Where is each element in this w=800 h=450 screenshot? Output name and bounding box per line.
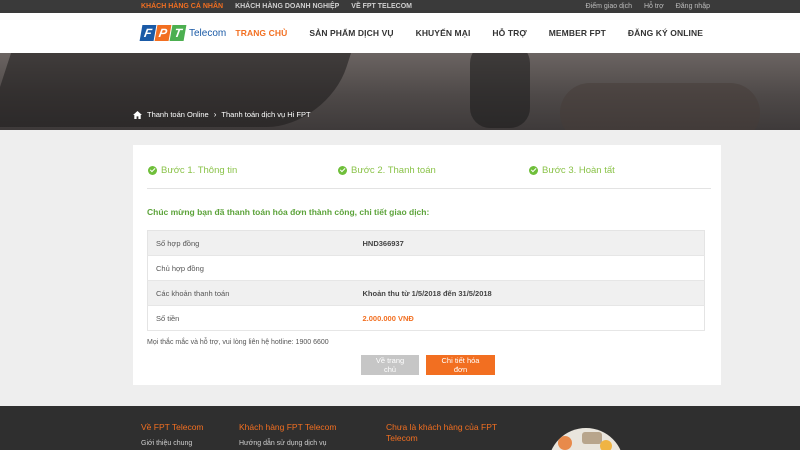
check-circle-icon bbox=[148, 166, 157, 175]
step-3: Bước 3. Hoàn tất bbox=[529, 165, 615, 176]
step-1: Bước 1. Thông tin bbox=[148, 165, 237, 176]
topbar-link-about[interactable]: VỀ FPT TELECOM bbox=[351, 3, 412, 10]
topbar-link-support[interactable]: Hỗ trợ bbox=[644, 3, 664, 10]
banner-decor-bottle bbox=[470, 53, 530, 128]
topbar-link-personal[interactable]: KHÁCH HÀNG CÁ NHÂN bbox=[141, 3, 223, 10]
detail-label: Các khoản thanh toán bbox=[147, 280, 355, 306]
footer-link-intro[interactable]: Giới thiệu chung bbox=[141, 440, 204, 447]
logo-letter-t: T bbox=[169, 25, 187, 41]
step-1-label: Bước 1. Thông tin bbox=[161, 165, 238, 176]
nav-item-member[interactable]: MEMBER FPT bbox=[549, 28, 606, 38]
step-2-label: Bước 2. Thanh toán bbox=[351, 165, 436, 176]
footer-col-title: Về FPT Telecom bbox=[141, 422, 204, 432]
nav-item-products[interactable]: SẢN PHẨM DỊCH VỤ bbox=[309, 28, 393, 38]
top-bar-left: KHÁCH HÀNG CÁ NHÂN KHÁCH HÀNG DOANH NGHI… bbox=[141, 0, 412, 13]
breadcrumb: Thanh toán Online › Thanh toán dịch vụ H… bbox=[133, 110, 311, 119]
invoice-details-button[interactable]: Chi tiết hóa đơn bbox=[426, 355, 495, 375]
logo-blocks: F P T bbox=[139, 25, 187, 41]
illustration-shape bbox=[600, 440, 612, 450]
table-row: Các khoản thanh toán Khoản thu từ 1/5/20… bbox=[147, 280, 705, 306]
footer-col-customers: Khách hàng FPT Telecom Hướng dẫn sử dụng… bbox=[239, 422, 337, 447]
detail-value-items: Khoản thu từ 1/5/2018 đến 31/5/2018 bbox=[354, 280, 705, 306]
main-header: F P T Telecom TRANG CHỦ SẢN PHẨM DỊCH VỤ… bbox=[0, 13, 800, 53]
illustration-shape bbox=[582, 432, 602, 444]
detail-value-owner bbox=[354, 255, 705, 281]
detail-value-contract: HND366937 bbox=[354, 230, 705, 256]
footer-illustration bbox=[548, 428, 624, 450]
hero-banner: Thanh toán Online › Thanh toán dịch vụ H… bbox=[0, 53, 800, 130]
payment-result-card: Bước 1. Thông tin Bước 2. Thanh toán Bướ… bbox=[133, 145, 721, 385]
chevron-right-icon: › bbox=[213, 110, 217, 119]
nav-item-home[interactable]: TRANG CHỦ bbox=[235, 28, 287, 38]
topbar-link-business[interactable]: KHÁCH HÀNG DOANH NGHIỆP bbox=[235, 3, 339, 10]
detail-label: Chủ hợp đồng bbox=[147, 255, 355, 281]
hotline-note: Mọi thắc mắc và hỗ trợ, vui lòng liên hệ… bbox=[147, 339, 329, 346]
top-bar-right: Điểm giao dịch Hỗ trợ Đăng nhập bbox=[586, 0, 710, 13]
nav-item-promotions[interactable]: KHUYẾN MẠI bbox=[416, 28, 471, 38]
check-circle-icon bbox=[529, 166, 538, 175]
nav-item-register[interactable]: ĐĂNG KÝ ONLINE bbox=[628, 28, 703, 38]
table-row: Số tiền 2.000.000 VNĐ bbox=[147, 305, 705, 331]
table-row: Chủ hợp đồng bbox=[147, 255, 705, 281]
banner-decor-glasses bbox=[560, 83, 760, 130]
success-message: Chúc mừng bạn đã thanh toán hóa đơn thàn… bbox=[147, 207, 430, 217]
detail-label: Số hợp đồng bbox=[147, 230, 355, 256]
footer-col-about: Về FPT Telecom Giới thiệu chung bbox=[141, 422, 204, 447]
breadcrumb-item-current: Thanh toán dịch vụ Hi FPT bbox=[221, 110, 311, 119]
transaction-details-table: Số hợp đồng HND366937 Chủ hợp đồng Các k… bbox=[147, 230, 705, 331]
step-indicator: Bước 1. Thông tin Bước 2. Thanh toán Bướ… bbox=[147, 165, 711, 189]
detail-value-amount: 2.000.000 VNĐ bbox=[354, 305, 705, 331]
footer: Về FPT Telecom Giới thiệu chung Khách hà… bbox=[0, 406, 800, 450]
footer-col-title: Khách hàng FPT Telecom bbox=[239, 422, 337, 432]
table-row: Số hợp đồng HND366937 bbox=[147, 230, 705, 256]
action-buttons: Về trang chủ Chi tiết hóa đơn bbox=[361, 355, 495, 375]
detail-label: Số tiền bbox=[147, 305, 355, 331]
step-3-label: Bước 3. Hoàn tất bbox=[542, 165, 615, 176]
check-circle-icon bbox=[338, 166, 347, 175]
back-home-button[interactable]: Về trang chủ bbox=[361, 355, 419, 375]
top-bar: KHÁCH HÀNG CÁ NHÂN KHÁCH HÀNG DOANH NGHI… bbox=[0, 0, 800, 13]
footer-link-guide[interactable]: Hướng dẫn sử dụng dịch vụ bbox=[239, 440, 337, 447]
nav-item-support[interactable]: HỖ TRỢ bbox=[492, 28, 526, 38]
footer-col-new-customers: Chưa là khách hàng của FPT Telecom bbox=[386, 422, 511, 444]
topbar-link-stores[interactable]: Điểm giao dịch bbox=[586, 3, 632, 10]
footer-col-title: Chưa là khách hàng của FPT Telecom bbox=[386, 422, 497, 443]
home-icon[interactable] bbox=[133, 110, 142, 119]
step-2: Bước 2. Thanh toán bbox=[338, 165, 436, 176]
breadcrumb-item-online-payment[interactable]: Thanh toán Online bbox=[147, 110, 209, 119]
topbar-link-login[interactable]: Đăng nhập bbox=[676, 3, 710, 10]
main-nav: TRANG CHỦ SẢN PHẨM DỊCH VỤ KHUYẾN MẠI HỖ… bbox=[213, 13, 703, 53]
illustration-shape bbox=[558, 436, 572, 450]
